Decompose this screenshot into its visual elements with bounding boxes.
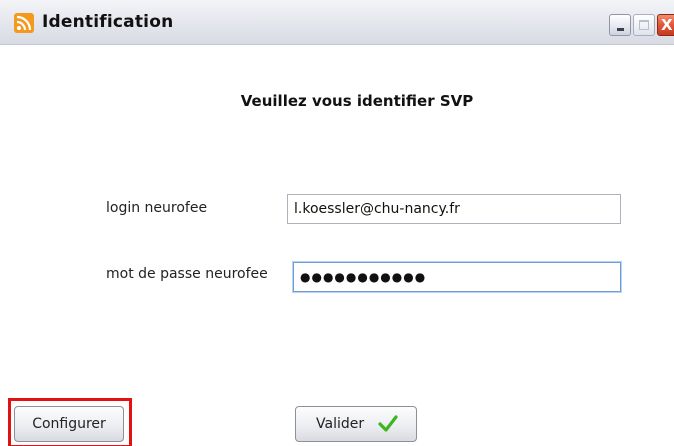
login-label: login neurofee — [106, 200, 208, 216]
password-label: mot de passe neurofee — [106, 266, 268, 282]
checkmark-icon — [378, 415, 398, 432]
minimize-icon — [617, 28, 624, 31]
validate-button[interactable]: Valider — [295, 406, 417, 442]
window-title: Identification — [42, 12, 174, 32]
close-icon: X — [661, 16, 673, 34]
form-heading: Veuillez vous identifier SVP — [240, 92, 474, 110]
minimize-button[interactable] — [609, 14, 631, 36]
password-input[interactable]: ●●●●●●●●●●● — [293, 262, 621, 292]
login-input[interactable]: l.koessler@chu-nancy.fr — [287, 194, 621, 224]
maximize-button[interactable] — [633, 14, 655, 36]
identification-window: Identification X Veuillez vous identifie… — [0, 0, 674, 446]
maximize-icon — [639, 20, 649, 30]
close-button[interactable]: X — [657, 14, 674, 36]
rss-feed-icon — [14, 13, 34, 33]
highlight-box — [8, 398, 132, 446]
title-bar[interactable]: Identification X — [0, 0, 674, 45]
validate-button-label: Valider — [316, 416, 365, 432]
